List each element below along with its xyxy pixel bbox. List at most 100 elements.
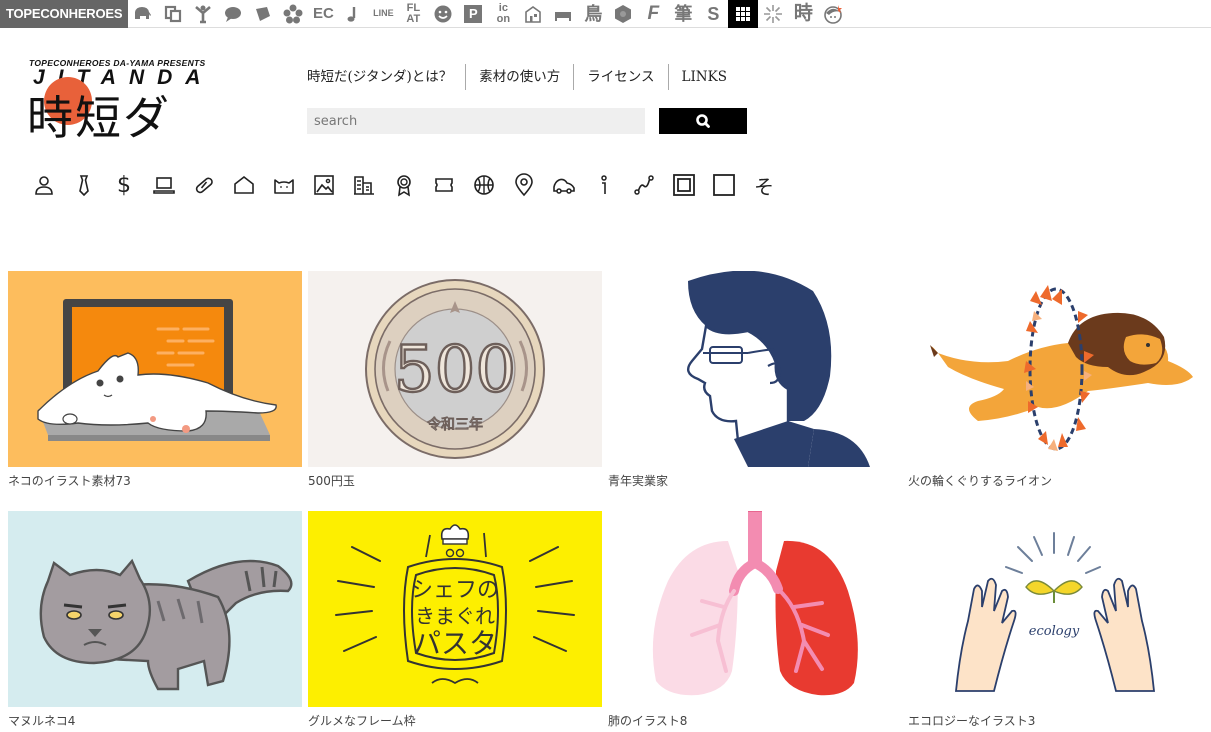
- burst-site-icon[interactable]: [758, 0, 788, 28]
- flat-site-label: FL AT: [406, 1, 421, 25]
- category-line[interactable]: [624, 170, 664, 200]
- frame-icon: [673, 174, 695, 196]
- illustration-card[interactable]: ecology エコロジーなイラスト3: [908, 511, 1202, 729]
- search-button[interactable]: [659, 108, 747, 134]
- person-icon: [35, 176, 53, 195]
- category-map[interactable]: [504, 170, 544, 200]
- grid-site-icon[interactable]: [728, 0, 759, 28]
- category-medical[interactable]: [184, 170, 224, 200]
- site-logo[interactable]: TOPECONHEROES DA-YAMA PRESENTS JITANDA 時…: [27, 58, 225, 145]
- coin-value-text: 500: [394, 333, 516, 407]
- illustration-caption[interactable]: ネコのイラスト素材73: [8, 472, 302, 489]
- category-square[interactable]: [704, 170, 744, 200]
- speech-bubble-site-icon[interactable]: [218, 0, 248, 28]
- flower-site-icon[interactable]: [278, 0, 308, 28]
- tag-site-icon[interactable]: [248, 0, 278, 28]
- category-computer[interactable]: [144, 170, 184, 200]
- illustration-caption[interactable]: エコロジーなイラスト3: [908, 712, 1202, 729]
- logo-kanji-text: 時短ダ: [27, 91, 171, 145]
- search-icon: [696, 114, 710, 128]
- square-icon: [713, 174, 735, 196]
- category-award[interactable]: [384, 170, 424, 200]
- icon-site-link[interactable]: ic on: [488, 0, 518, 28]
- top-bar: TOPECONHEROES EC LINE FL AT P ic on 鳥 F …: [0, 0, 1211, 28]
- necktie-icon: [79, 175, 89, 197]
- category-person[interactable]: [24, 170, 64, 200]
- ec-site-link[interactable]: EC: [308, 0, 338, 28]
- category-animal[interactable]: [264, 170, 304, 200]
- house-site-icon[interactable]: [518, 0, 548, 28]
- basketball-icon: [474, 175, 494, 195]
- frame-text-line2: きまぐれ: [415, 604, 495, 628]
- illustration-caption[interactable]: 火の輪くぐりするライオン: [908, 472, 1202, 489]
- illustration-caption[interactable]: 500円玉: [308, 472, 602, 489]
- nav-usage[interactable]: 素材の使い方: [465, 64, 573, 90]
- illustration-card[interactable]: 肺のイラスト8: [608, 511, 902, 729]
- face-site-icon[interactable]: [818, 0, 848, 28]
- illustration-card[interactable]: マヌルネコ4: [8, 511, 302, 729]
- info-icon: [601, 175, 607, 194]
- frame-text-line1: シェフの: [411, 578, 499, 603]
- illustration-caption[interactable]: マヌルネコ4: [8, 712, 302, 729]
- category-home[interactable]: [224, 170, 264, 200]
- category-sports[interactable]: [464, 170, 504, 200]
- line-site-label: LINE: [373, 8, 394, 18]
- bird-kanji-site-icon[interactable]: 鳥: [578, 0, 608, 28]
- icon-site-label: ic on: [496, 1, 511, 25]
- nav-links[interactable]: LINKS: [667, 64, 740, 90]
- category-business[interactable]: [64, 170, 104, 200]
- category-vehicle[interactable]: [544, 170, 584, 200]
- illustration-card[interactable]: ネコのイラスト素材73: [8, 271, 302, 489]
- flat-site-link[interactable]: FL AT: [398, 0, 428, 28]
- search-input[interactable]: [307, 108, 645, 134]
- path-curve-icon: [634, 175, 654, 195]
- building-icon: [354, 176, 374, 195]
- bed-site-icon[interactable]: [548, 0, 578, 28]
- category-building[interactable]: [344, 170, 384, 200]
- nav-license[interactable]: ライセンス: [573, 64, 667, 90]
- illustration-thumb-cat[interactable]: [8, 271, 302, 467]
- nav-about[interactable]: 時短だ(ジタンダ)とは？: [307, 64, 465, 90]
- line-site-link[interactable]: LINE: [368, 0, 398, 28]
- car-icon: [553, 178, 575, 194]
- copy-site-icon[interactable]: [158, 0, 188, 28]
- illustration-caption[interactable]: グルメなフレーム枠: [308, 712, 602, 729]
- smiley-site-icon[interactable]: [428, 0, 458, 28]
- illustration-thumb-lungs[interactable]: [608, 511, 902, 707]
- category-money[interactable]: $: [104, 170, 144, 200]
- illustration-caption[interactable]: 肺のイラスト8: [608, 712, 902, 729]
- hexagon-site-icon[interactable]: [608, 0, 638, 28]
- brush-site-link[interactable]: 筆: [668, 0, 698, 28]
- illustration-thumb-coin[interactable]: 500 令和三年: [308, 271, 602, 467]
- f-site-link[interactable]: F: [638, 0, 668, 28]
- category-ticket[interactable]: [424, 170, 464, 200]
- ticket-icon: [435, 178, 453, 192]
- other-label: そ: [754, 174, 774, 199]
- p-site-link[interactable]: P: [458, 0, 488, 28]
- frame-text-line3: パスタ: [413, 627, 497, 660]
- illustration-thumb-ecology[interactable]: ecology: [908, 511, 1202, 707]
- laptop-icon: [153, 177, 175, 194]
- p-site-label: P: [464, 4, 483, 23]
- category-other[interactable]: そ: [744, 170, 784, 200]
- category-info[interactable]: [584, 170, 624, 200]
- music-note-site-icon[interactable]: [338, 0, 368, 28]
- s-site-link[interactable]: S: [698, 0, 728, 28]
- main-nav: 時短だ(ジタンダ)とは？ 素材の使い方 ライセンス LINKS: [307, 64, 740, 90]
- illustration-card[interactable]: 青年実業家: [608, 271, 902, 489]
- illustration-card[interactable]: 500 令和三年 500円玉: [308, 271, 602, 489]
- illustration-thumb-frame[interactable]: シェフの きまぐれ パスタ: [308, 511, 602, 707]
- category-landscape[interactable]: [304, 170, 344, 200]
- illustration-thumb-lion[interactable]: [908, 271, 1202, 467]
- topeconheroes-link[interactable]: TOPECONHEROES: [0, 0, 129, 28]
- illustration-thumb-businessman[interactable]: [608, 271, 902, 467]
- illustration-caption[interactable]: 青年実業家: [608, 472, 902, 489]
- category-icons: $ そ: [24, 170, 784, 200]
- illustration-card[interactable]: 火の輪くぐりするライオン: [908, 271, 1202, 489]
- category-frame[interactable]: [664, 170, 704, 200]
- illustration-thumb-manul[interactable]: [8, 511, 302, 707]
- person-pose-site-icon[interactable]: [188, 0, 218, 28]
- time-kanji-site-link[interactable]: 時: [788, 0, 818, 28]
- illustration-card[interactable]: シェフの きまぐれ パスタ グルメなフレーム枠: [308, 511, 602, 729]
- elephant-site-icon[interactable]: [128, 0, 158, 28]
